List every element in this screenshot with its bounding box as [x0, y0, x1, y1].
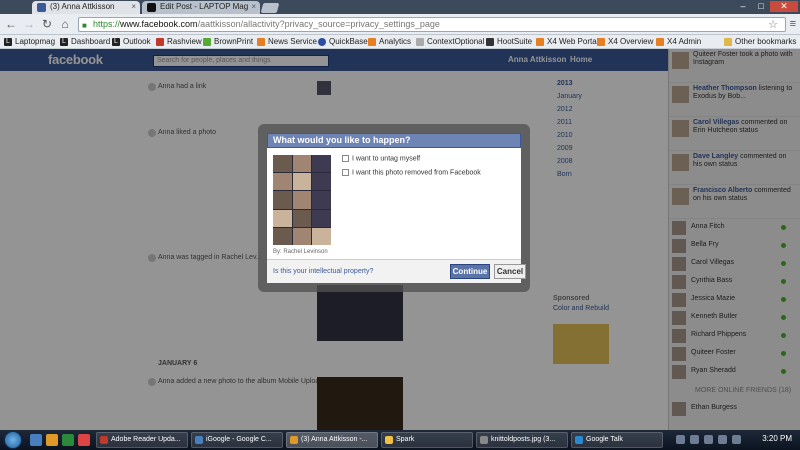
bookmark-item[interactable]: L Dashboard: [60, 37, 110, 46]
bookmark-item[interactable]: X4 Admin: [656, 37, 701, 46]
taskbar-item[interactable]: (3) Anna Attkisson -...: [286, 432, 378, 448]
url-scheme: https://: [93, 19, 121, 29]
tray-icon[interactable]: [732, 435, 741, 444]
facebook-favicon-icon: [37, 3, 46, 12]
media-icon[interactable]: [62, 434, 74, 446]
lock-icon: ■: [82, 21, 87, 30]
taskbar-item[interactable]: knittoldposts.jpg (3...: [476, 432, 568, 448]
address-bar[interactable]: ■ https://www.facebook.com/aattkisson/all…: [78, 17, 786, 32]
new-tab-button[interactable]: [260, 3, 280, 13]
photo-byline: By: Rachel Levinson: [273, 249, 328, 255]
menu-icon[interactable]: ≡: [790, 18, 796, 30]
bookmark-item[interactable]: L Laptopmag: [4, 37, 55, 46]
tab-label: Edit Post - LAPTOP Mag: [160, 2, 249, 11]
bookmark-item[interactable]: ContextOptional: [416, 37, 484, 46]
browser-toolbar: ← → ↻ ⌂ ■ https://www.facebook.com/aattki…: [0, 14, 800, 35]
bookmark-item[interactable]: BrownPrint: [203, 37, 253, 46]
remove-photo-checkbox[interactable]: [342, 169, 349, 176]
dialog-title: What would you like to happen?: [267, 133, 521, 148]
back-arrow-icon[interactable]: ←: [4, 17, 18, 31]
bookmark-item[interactable]: HootSuite: [486, 37, 532, 46]
dialog-footer: Is this your intellectual property? Cont…: [267, 259, 526, 283]
volume-icon[interactable]: [718, 435, 727, 444]
reload-icon[interactable]: ↻: [40, 17, 54, 31]
untag-option[interactable]: I want to untag myself: [342, 155, 420, 162]
tab-edit-post[interactable]: Edit Post - LAPTOP Mag ×: [142, 1, 260, 14]
photo-thumbnail: [273, 155, 331, 245]
close-window-button[interactable]: ✕: [770, 1, 798, 12]
remove-photo-option[interactable]: I want this photo removed from Facebook: [342, 169, 481, 176]
browser-tabstrip: (3) Anna Attkisson × Edit Post - LAPTOP …: [0, 0, 800, 14]
dialog-frame: What would you like to happen? By: Rache…: [258, 124, 530, 292]
tray-icon[interactable]: [676, 435, 685, 444]
taskbar-item[interactable]: iGoogle - Google C...: [191, 432, 283, 448]
minimize-button[interactable]: –: [734, 1, 752, 12]
maximize-button[interactable]: □: [752, 1, 770, 12]
explorer-icon[interactable]: [46, 434, 58, 446]
forward-arrow-icon[interactable]: →: [22, 17, 36, 31]
windows-taskbar: Adobe Reader Upda... iGoogle - Google C.…: [0, 430, 800, 450]
cancel-button[interactable]: Cancel: [494, 264, 526, 279]
bookmarks-bar: L Laptopmag L Dashboard L Outlook Rashview …: [0, 35, 800, 49]
continue-button[interactable]: Continue: [450, 264, 490, 279]
bookmark-item[interactable]: L Outlook: [112, 37, 151, 46]
url-path: /aattkisson/allactivity?privacy_source=p…: [197, 19, 440, 29]
chrome-icon[interactable]: [78, 434, 90, 446]
facebook-page: facebook Search for people, places and t…: [0, 49, 800, 430]
bookmark-item[interactable]: QuickBase: [318, 37, 368, 46]
bookmark-item[interactable]: X4 Web Portal: [536, 37, 598, 46]
start-button[interactable]: [4, 431, 22, 449]
intellectual-property-link[interactable]: Is this your intellectual property?: [273, 268, 373, 275]
other-bookmarks-folder[interactable]: Other bookmarks: [724, 37, 796, 46]
show-desktop-icon[interactable]: [30, 434, 42, 446]
taskbar-item[interactable]: Adobe Reader Upda...: [96, 432, 188, 448]
bookmark-item[interactable]: Analytics: [368, 37, 411, 46]
tab-label: (3) Anna Attkisson: [50, 2, 115, 11]
taskbar-item[interactable]: Google Talk: [571, 432, 663, 448]
close-tab-icon[interactable]: ×: [131, 2, 136, 11]
close-tab-icon[interactable]: ×: [251, 2, 256, 11]
remove-tag-dialog: What would you like to happen? By: Rache…: [267, 133, 526, 283]
bookmark-item[interactable]: Rashview: [156, 37, 202, 46]
taskbar-item[interactable]: Spark: [381, 432, 473, 448]
tab-anna-attkisson[interactable]: (3) Anna Attkisson ×: [32, 1, 140, 14]
home-icon[interactable]: ⌂: [58, 17, 72, 31]
network-icon[interactable]: [704, 435, 713, 444]
tray-icon[interactable]: [690, 435, 699, 444]
url-host: www.facebook.com: [120, 19, 198, 29]
laptopmag-favicon-icon: [147, 3, 156, 12]
bookmark-item[interactable]: X4 Overview: [597, 37, 653, 46]
untag-checkbox[interactable]: [342, 155, 349, 162]
bookmark-star-icon[interactable]: ☆: [768, 18, 778, 31]
bookmark-item[interactable]: News Service: [257, 37, 317, 46]
system-clock[interactable]: 3:20 PM: [762, 434, 792, 443]
